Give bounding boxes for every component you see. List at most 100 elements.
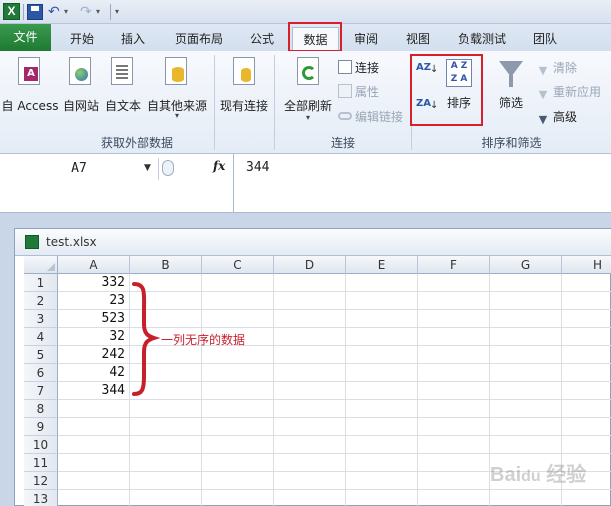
row-header-2[interactable]: 2 <box>24 292 58 310</box>
tab-insert[interactable]: 插入 <box>112 27 154 51</box>
cell-f12[interactable] <box>418 472 490 490</box>
cell-a11[interactable] <box>58 454 130 472</box>
cell-d5[interactable] <box>274 346 346 364</box>
tab-home[interactable]: 开始 <box>59 27 105 51</box>
column-header-b[interactable]: B <box>130 256 202 274</box>
column-header-f[interactable]: F <box>418 256 490 274</box>
cell-h9[interactable] <box>562 418 611 436</box>
cell-b8[interactable] <box>130 400 202 418</box>
cell-a3[interactable]: 523 <box>58 310 130 328</box>
cell-b10[interactable] <box>130 436 202 454</box>
filter-button[interactable]: 筛选 <box>490 57 532 115</box>
row-header-8[interactable]: 8 <box>24 400 58 418</box>
insert-function-button[interactable]: fx <box>213 159 225 173</box>
from-web-button[interactable]: 自网站 <box>60 55 102 113</box>
cell-a8[interactable] <box>58 400 130 418</box>
from-other-sources-button[interactable]: 自其他来源 ▾ <box>144 55 210 121</box>
row-header-3[interactable]: 3 <box>24 310 58 328</box>
cell-c3[interactable] <box>202 310 274 328</box>
undo-icon[interactable]: ↶ <box>48 4 64 20</box>
cell-g10[interactable] <box>490 436 562 454</box>
cell-c13[interactable] <box>202 490 274 506</box>
row-header-9[interactable]: 9 <box>24 418 58 436</box>
tab-page-layout[interactable]: 页面布局 <box>166 27 232 51</box>
cell-f4[interactable] <box>418 328 490 346</box>
cell-h4[interactable] <box>562 328 611 346</box>
cell-h6[interactable] <box>562 364 611 382</box>
name-box-dropdown-icon[interactable]: ▼ <box>144 163 151 173</box>
cell-a4[interactable]: 32 <box>58 328 130 346</box>
cell-g1[interactable] <box>490 274 562 292</box>
cell-f7[interactable] <box>418 382 490 400</box>
cell-d3[interactable] <box>274 310 346 328</box>
row-header-7[interactable]: 7 <box>24 382 58 400</box>
cell-a6[interactable]: 42 <box>58 364 130 382</box>
cell-d7[interactable] <box>274 382 346 400</box>
cell-b9[interactable] <box>130 418 202 436</box>
cell-e3[interactable] <box>346 310 418 328</box>
tab-load-test[interactable]: 负载测试 <box>449 27 515 51</box>
cell-c8[interactable] <box>202 400 274 418</box>
cell-f9[interactable] <box>418 418 490 436</box>
cell-a12[interactable] <box>58 472 130 490</box>
cell-c10[interactable] <box>202 436 274 454</box>
tab-team[interactable]: 团队 <box>523 27 567 51</box>
cell-h2[interactable] <box>562 292 611 310</box>
cell-c7[interactable] <box>202 382 274 400</box>
row-header-5[interactable]: 5 <box>24 346 58 364</box>
excel-icon[interactable]: X <box>3 3 20 20</box>
cell-f6[interactable] <box>418 364 490 382</box>
cell-f8[interactable] <box>418 400 490 418</box>
cell-d12[interactable] <box>274 472 346 490</box>
cell-d2[interactable] <box>274 292 346 310</box>
cell-c12[interactable] <box>202 472 274 490</box>
existing-connections-button[interactable]: 现有连接 <box>216 55 272 113</box>
splitter-handle[interactable] <box>162 160 174 176</box>
cell-d6[interactable] <box>274 364 346 382</box>
cell-g5[interactable] <box>490 346 562 364</box>
cell-a1[interactable]: 332 <box>58 274 130 292</box>
cell-e8[interactable] <box>346 400 418 418</box>
cell-e5[interactable] <box>346 346 418 364</box>
column-header-h[interactable]: H <box>562 256 611 274</box>
row-header-4[interactable]: 4 <box>24 328 58 346</box>
cell-f5[interactable] <box>418 346 490 364</box>
advanced-button[interactable]: ▼ 高级 <box>536 108 577 126</box>
cell-f13[interactable] <box>418 490 490 506</box>
row-header-12[interactable]: 12 <box>24 472 58 490</box>
undo-dropdown-icon[interactable]: ▾ <box>64 4 80 20</box>
customize-icon[interactable]: ▾ <box>115 4 131 20</box>
cell-a2[interactable]: 23 <box>58 292 130 310</box>
cell-e11[interactable] <box>346 454 418 472</box>
tab-formulas[interactable]: 公式 <box>240 27 284 51</box>
cell-a9[interactable] <box>58 418 130 436</box>
column-header-g[interactable]: G <box>490 256 562 274</box>
cell-c5[interactable] <box>202 346 274 364</box>
row-header-13[interactable]: 13 <box>24 490 58 506</box>
row-header-10[interactable]: 10 <box>24 436 58 454</box>
cell-g4[interactable] <box>490 328 562 346</box>
cell-e10[interactable] <box>346 436 418 454</box>
cell-c11[interactable] <box>202 454 274 472</box>
cell-a7[interactable]: 344 <box>58 382 130 400</box>
cell-f1[interactable] <box>418 274 490 292</box>
cell-f3[interactable] <box>418 310 490 328</box>
cell-b12[interactable] <box>130 472 202 490</box>
cell-b11[interactable] <box>130 454 202 472</box>
cell-e9[interactable] <box>346 418 418 436</box>
formula-input[interactable]: 344 <box>246 160 269 175</box>
cell-d1[interactable] <box>274 274 346 292</box>
cell-e6[interactable] <box>346 364 418 382</box>
properties-button[interactable]: 属性 <box>338 83 379 101</box>
cell-h1[interactable] <box>562 274 611 292</box>
column-header-e[interactable]: E <box>346 256 418 274</box>
cell-b13[interactable] <box>130 490 202 506</box>
cell-a5[interactable]: 242 <box>58 346 130 364</box>
cell-h8[interactable] <box>562 400 611 418</box>
cell-f11[interactable] <box>418 454 490 472</box>
cell-g6[interactable] <box>490 364 562 382</box>
from-access-button[interactable]: A 自 Access <box>0 55 60 113</box>
cell-h13[interactable] <box>562 490 611 506</box>
column-header-d[interactable]: D <box>274 256 346 274</box>
row-header-6[interactable]: 6 <box>24 364 58 382</box>
